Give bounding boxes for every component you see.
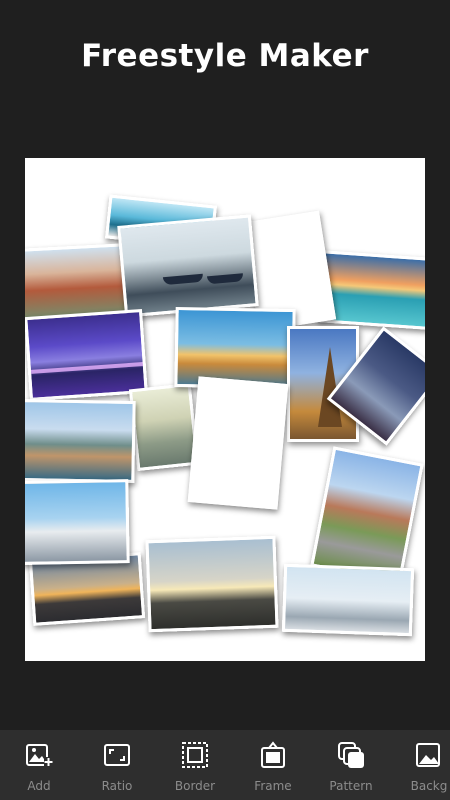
background-label: Backg: [410, 779, 448, 793]
add-label: Add: [27, 779, 51, 793]
bottom-toolbar: Add Ratio Border Frame Pattern Backg: [0, 730, 450, 800]
photo-city-fog[interactable]: [128, 382, 200, 472]
border-label: Border: [174, 779, 216, 793]
page-title: Freestyle Maker: [81, 38, 369, 74]
pattern-label: Pattern: [329, 779, 373, 793]
border-button[interactable]: Border: [154, 730, 236, 800]
frame-button[interactable]: Frame: [232, 730, 314, 800]
photo-modern-station[interactable]: [25, 479, 130, 565]
frame-icon: [261, 741, 285, 768]
collage-canvas[interactable]: [25, 158, 425, 661]
ratio-button[interactable]: Ratio: [76, 730, 158, 800]
photo-lisbon-tram[interactable]: [187, 376, 289, 510]
pattern-icon: [338, 742, 364, 768]
frame-label: Frame: [254, 779, 292, 793]
photo-night-bridge[interactable]: [25, 308, 148, 402]
photo-venice-gondolas[interactable]: [117, 214, 259, 318]
photo-lake-town[interactable]: [25, 399, 136, 483]
ratio-label: Ratio: [101, 779, 133, 793]
ratio-icon: [104, 744, 130, 766]
photo-eiffel-distance[interactable]: [281, 563, 415, 637]
photo-lisbon-rooftops[interactable]: [25, 243, 129, 321]
add-photo-icon: [26, 744, 53, 766]
add-button[interactable]: Add: [0, 730, 80, 800]
photo-sunset-coast[interactable]: [174, 306, 296, 390]
background-icon: [416, 743, 440, 767]
background-button[interactable]: Backg: [388, 730, 450, 800]
photo-rooftops-sunset[interactable]: [145, 535, 279, 633]
photo-city-gate[interactable]: [310, 446, 424, 584]
pattern-button[interactable]: Pattern: [310, 730, 392, 800]
border-icon: [182, 742, 208, 768]
